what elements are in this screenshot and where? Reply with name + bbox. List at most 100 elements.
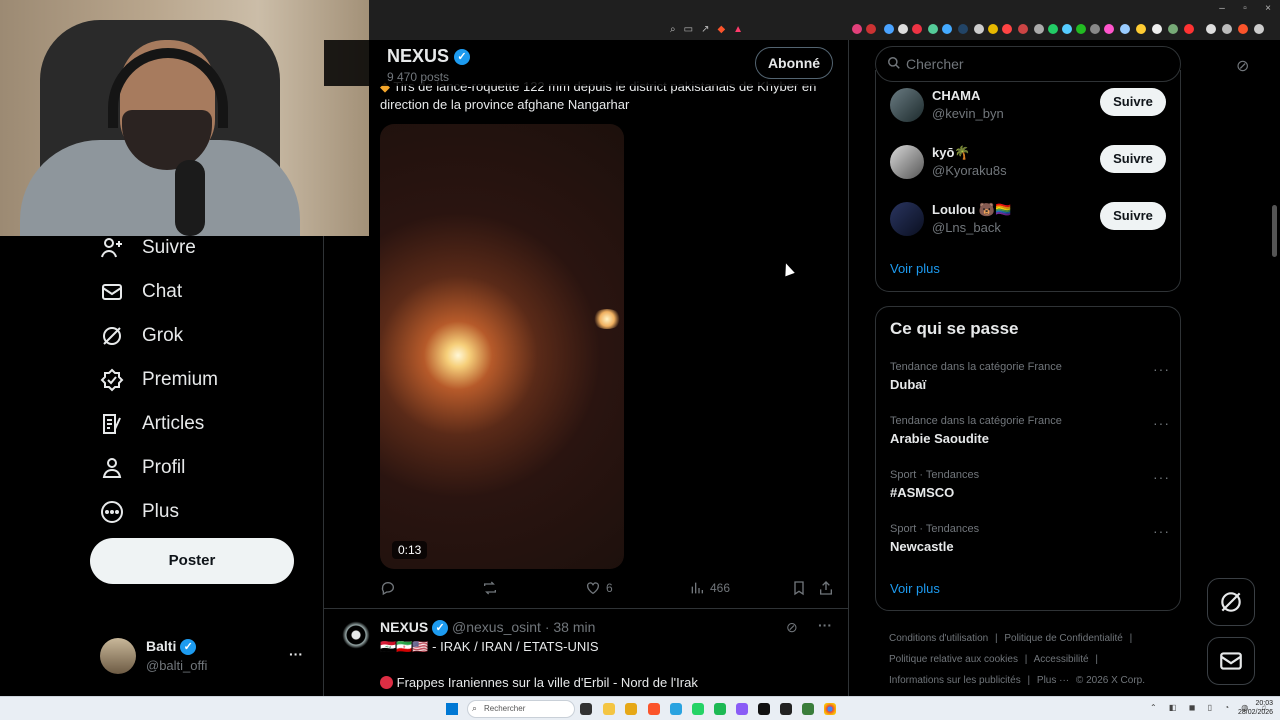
app-icon[interactable] <box>780 703 792 715</box>
video-player[interactable]: 0:13 <box>380 124 624 569</box>
tweet[interactable]: NEXUS ✓ @nexus_osint · 38 min ⊘ ··· 🇮🇶🇮🇷… <box>324 609 848 696</box>
close-icon[interactable]: × <box>1258 3 1278 14</box>
extension-icon[interactable] <box>1238 24 1248 34</box>
extension-icon[interactable] <box>852 24 862 34</box>
footer-link[interactable]: Informations sur les publicités <box>889 675 1021 686</box>
nav-item-profile[interactable]: Profil <box>100 456 185 480</box>
extension-icon[interactable] <box>958 24 968 34</box>
suggestion-item[interactable]: kyō🌴 @Kyoraku8s Suivre <box>890 145 1180 185</box>
extension-icon[interactable] <box>1062 24 1072 34</box>
share-button[interactable] <box>818 580 834 596</box>
follow-button[interactable]: Suivre <box>1100 88 1166 116</box>
extension-icon[interactable] <box>1168 24 1178 34</box>
scrollbar[interactable] <box>1272 205 1277 257</box>
extension-icon[interactable] <box>866 24 876 34</box>
app-icon[interactable] <box>802 703 814 715</box>
zoom-icon[interactable]: ⌕ <box>670 24 676 35</box>
share-icon[interactable]: ↗ <box>701 24 709 35</box>
footer-link[interactable]: Plus ··· <box>1037 675 1069 686</box>
extension-icon[interactable] <box>974 24 984 34</box>
nav-item-chat[interactable]: Chat <box>100 280 182 304</box>
tweet-more-icon[interactable]: ··· <box>818 617 832 633</box>
trend-title: Arabie Saoudite <box>890 431 989 446</box>
folder-icon[interactable] <box>625 703 637 715</box>
search-input[interactable]: Chercher <box>875 46 1181 82</box>
cast-icon[interactable]: ▭ <box>684 24 693 35</box>
brave-shield-icon[interactable]: ◆ <box>717 24 725 35</box>
extension-icon[interactable] <box>1048 24 1058 34</box>
block-icon[interactable]: ⊘ <box>786 619 798 636</box>
trend-more-icon[interactable]: ··· <box>1153 415 1170 431</box>
bookmark-button[interactable] <box>791 580 807 596</box>
extension-icon[interactable] <box>898 24 908 34</box>
extension-icon[interactable] <box>1120 24 1130 34</box>
repost-button[interactable] <box>482 580 498 596</box>
suggestion-handle: @Kyoraku8s <box>932 163 1007 178</box>
chrome-icon[interactable] <box>824 703 836 715</box>
file-explorer-icon[interactable] <box>603 703 615 715</box>
nav-item-follow[interactable]: Suivre <box>100 236 196 260</box>
extension-icon[interactable] <box>1222 24 1232 34</box>
nav-item-articles[interactable]: Articles <box>100 412 204 436</box>
system-clock[interactable]: 20:03 28/02/2026 <box>1238 699 1273 717</box>
extension-icon[interactable] <box>1090 24 1100 34</box>
account-switcher[interactable]: Balti ✓ @balti_offi ··· <box>100 638 310 678</box>
rewards-icon[interactable]: ▲ <box>733 24 743 35</box>
extension-icon[interactable] <box>1254 24 1264 34</box>
trend-more-icon[interactable]: ··· <box>1153 523 1170 539</box>
suggestion-item[interactable]: Loulou 🐻🏳️‍🌈 @Lns_back Suivre <box>890 202 1180 242</box>
follow-button[interactable]: Suivre <box>1100 145 1166 173</box>
spotify-icon[interactable] <box>714 703 726 715</box>
follow-button[interactable]: Suivre <box>1100 202 1166 230</box>
suggestion-item[interactable]: CHAMA @kevin_byn Suivre <box>890 88 1180 128</box>
taskbar-search-input[interactable]: Rechercher <box>467 700 575 718</box>
extension-icon[interactable] <box>1206 24 1216 34</box>
trend-item[interactable]: Tendance dans la catégorie France Dubaï … <box>890 361 1170 392</box>
extension-icon[interactable] <box>884 24 894 34</box>
trend-item[interactable]: Tendance dans la catégorie France Arabie… <box>890 415 1170 446</box>
trend-more-icon[interactable]: ··· <box>1153 469 1170 485</box>
following-button[interactable]: Abonné <box>755 47 833 79</box>
see-more-link[interactable]: Voir plus <box>890 261 940 276</box>
extension-icon[interactable] <box>912 24 922 34</box>
see-more-link[interactable]: Voir plus <box>890 581 940 596</box>
extension-icon[interactable] <box>928 24 938 34</box>
task-view-icon[interactable] <box>580 703 592 715</box>
footer-link[interactable]: Politique de Confidentialité <box>1004 633 1122 644</box>
telegram-icon[interactable] <box>670 703 682 715</box>
nav-item-premium[interactable]: Premium <box>100 368 218 392</box>
app-icon[interactable] <box>736 703 748 715</box>
extension-icon[interactable] <box>1018 24 1028 34</box>
trend-item[interactable]: Sport · Tendances #ASMSCO ··· <box>890 469 1170 500</box>
extension-icon[interactable] <box>942 24 952 34</box>
nav-item-grok[interactable]: Grok <box>100 324 183 348</box>
minimize-icon[interactable]: – <box>1212 3 1232 14</box>
extension-icon[interactable] <box>1002 24 1012 34</box>
extension-icon[interactable] <box>1152 24 1162 34</box>
like-button[interactable]: 6 <box>585 580 613 596</box>
post-button[interactable]: Poster <box>90 538 294 584</box>
views-button[interactable]: 466 <box>689 580 730 596</box>
account-more-icon[interactable]: ··· <box>289 646 303 662</box>
extension-icon[interactable] <box>988 24 998 34</box>
extension-icon[interactable] <box>1136 24 1146 34</box>
messages-button[interactable] <box>1207 637 1255 685</box>
footer-link[interactable]: Accessibilité <box>1034 654 1089 665</box>
app-icon[interactable] <box>758 703 770 715</box>
grok-button[interactable] <box>1207 578 1255 626</box>
nav-item-more[interactable]: Plus <box>100 500 179 524</box>
block-icon[interactable]: ⊘ <box>1236 56 1249 76</box>
whatsapp-icon[interactable] <box>692 703 704 715</box>
brave-icon[interactable] <box>648 703 660 715</box>
restore-icon[interactable]: ▫ <box>1235 3 1255 14</box>
extension-icon[interactable] <box>1104 24 1114 34</box>
reply-button[interactable] <box>380 580 396 596</box>
footer-link[interactable]: Conditions d'utilisation <box>889 633 988 644</box>
extension-icon[interactable] <box>1184 24 1194 34</box>
footer-link[interactable]: Politique relative aux cookies <box>889 654 1018 665</box>
windows-start-icon[interactable] <box>446 703 458 715</box>
trend-item[interactable]: Sport · Tendances Newcastle ··· <box>890 523 1170 554</box>
trend-more-icon[interactable]: ··· <box>1153 361 1170 377</box>
extension-icon[interactable] <box>1076 24 1086 34</box>
extension-icon[interactable] <box>1034 24 1044 34</box>
